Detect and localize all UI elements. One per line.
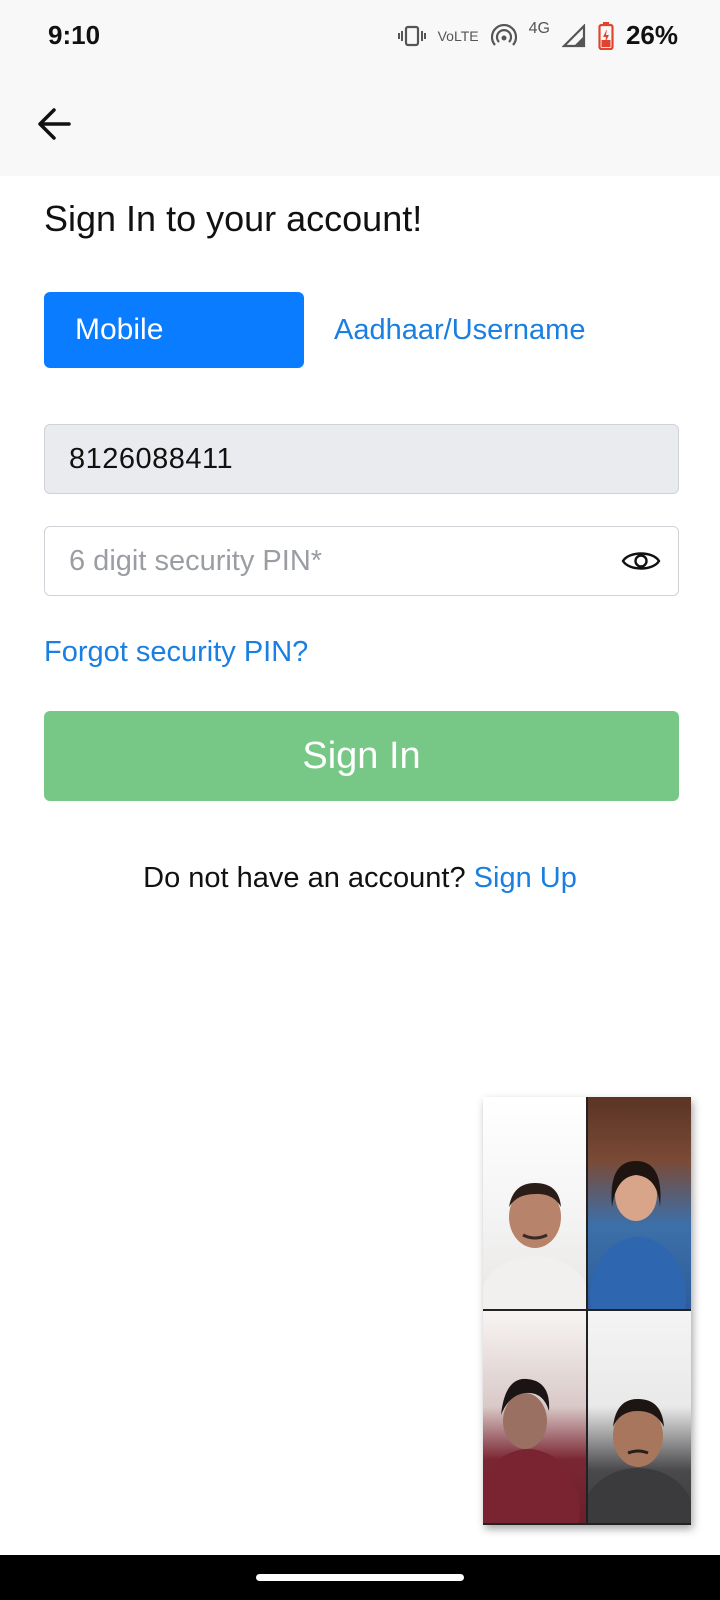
status-bar: 9:10 Vo LTE 4G 26% xyxy=(0,0,720,72)
tab-aadhaar-username[interactable]: Aadhaar/Username xyxy=(334,292,585,368)
mobile-number-value: 8126088411 xyxy=(69,442,234,475)
eye-icon xyxy=(621,552,661,570)
forgot-pin-link[interactable]: Forgot security PIN? xyxy=(44,636,308,669)
video-tile xyxy=(588,1097,691,1309)
signup-prompt: Do not have an account? xyxy=(143,862,466,894)
participant-avatar xyxy=(590,1161,686,1309)
video-call-pip[interactable] xyxy=(483,1097,691,1525)
sign-in-button[interactable]: Sign In xyxy=(44,711,679,801)
status-time: 9:10 xyxy=(48,20,101,50)
vibrate-icon xyxy=(397,24,426,48)
volte-top-label: Vo xyxy=(437,27,454,44)
network-type-label: 4G xyxy=(528,20,550,37)
hotspot-icon xyxy=(490,23,517,48)
video-tile xyxy=(483,1097,586,1309)
volte-icon: Vo LTE xyxy=(437,27,479,44)
tab-mobile[interactable]: Mobile xyxy=(44,292,304,368)
status-icons: Vo LTE 4G 26% xyxy=(397,20,678,51)
page-title: Sign In to your account! xyxy=(44,198,423,239)
system-navigation-bar xyxy=(0,1555,720,1600)
sign-up-link[interactable]: Sign Up xyxy=(474,862,577,894)
signup-row: Do not have an account? Sign Up xyxy=(0,862,720,895)
back-button[interactable] xyxy=(30,100,78,148)
battery-percent: 26% xyxy=(625,20,678,50)
security-pin-field[interactable]: 6 digit security PIN* xyxy=(44,526,679,596)
video-tile xyxy=(588,1311,691,1523)
signal-icon xyxy=(561,23,586,48)
arrow-left-icon xyxy=(38,108,71,140)
participant-avatar xyxy=(483,1183,586,1309)
participant-avatar xyxy=(483,1378,580,1523)
show-pin-toggle[interactable] xyxy=(620,544,662,578)
participant-avatar xyxy=(588,1399,691,1523)
home-gesture-bar[interactable] xyxy=(256,1574,464,1581)
video-tile xyxy=(483,1311,586,1523)
volte-bottom-label: LTE xyxy=(453,27,479,44)
mobile-number-field[interactable]: 8126088411 xyxy=(44,424,679,494)
battery-icon xyxy=(598,21,614,50)
app-bar xyxy=(0,72,720,176)
security-pin-placeholder: 6 digit security PIN* xyxy=(69,544,323,577)
